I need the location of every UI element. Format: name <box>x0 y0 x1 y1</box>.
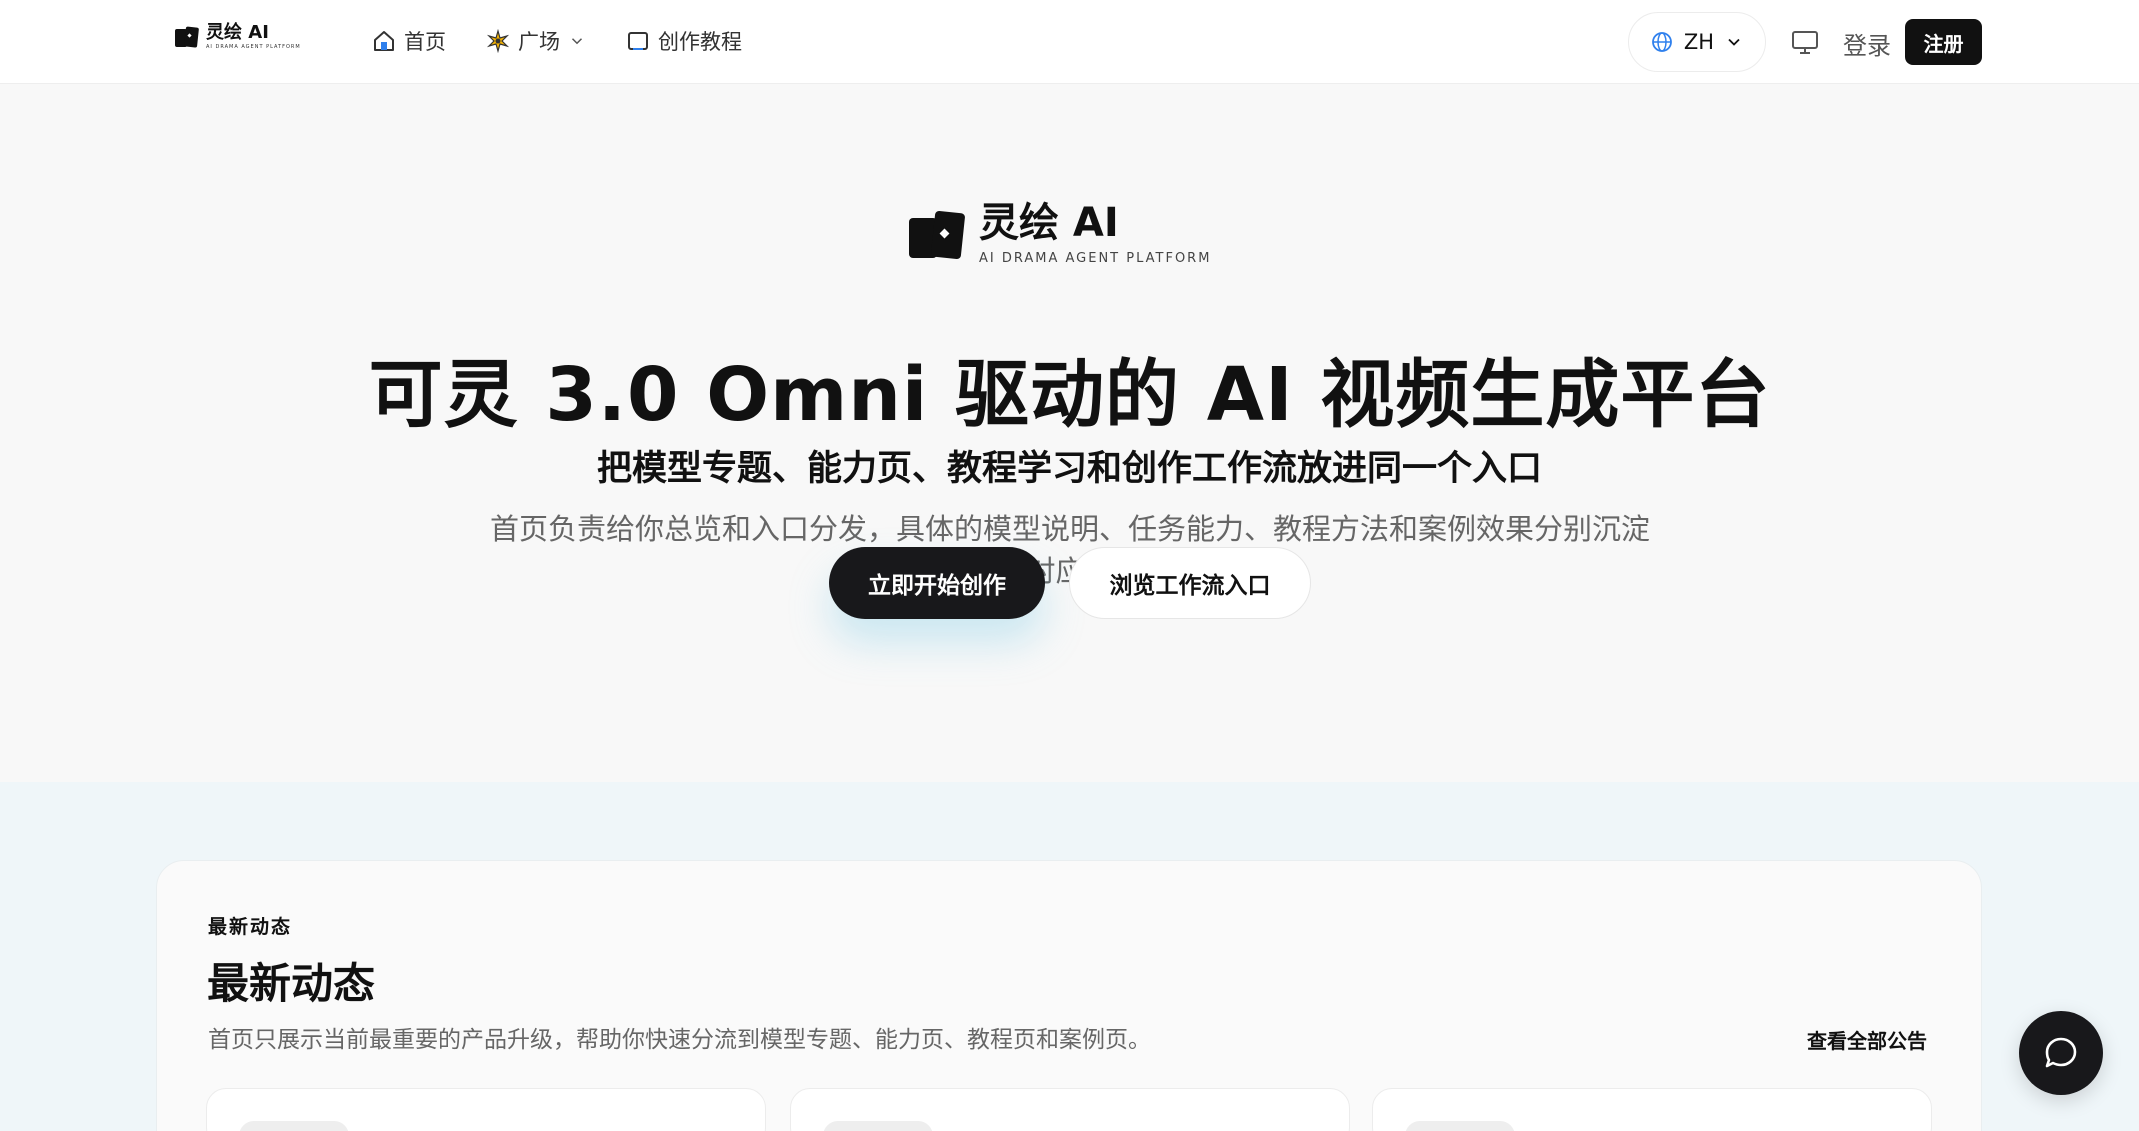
view-all-announcements-link[interactable]: 查看全部公告 <box>1807 1025 1927 1054</box>
hero-title: 可灵 3.0 Omni 驱动的 AI 视频生成平台 <box>368 352 1771 438</box>
hero-brand-name: 灵绘 AI <box>979 200 1119 246</box>
home-icon <box>374 31 394 51</box>
update-card[interactable] <box>1372 1088 1932 1131</box>
language-label: ZH <box>1683 30 1715 54</box>
brand-name: 灵绘 AI <box>206 22 269 43</box>
login-link[interactable]: 登录 <box>1843 26 1891 61</box>
globe-icon <box>1652 32 1672 52</box>
top-navbar: 灵绘 AI AI DRAMA AGENT PLATFORM 首页 广场 创作教程… <box>0 0 2139 84</box>
nav-item-home[interactable]: 首页 <box>372 26 446 56</box>
updates-description: 首页只展示当前最重要的产品升级，帮助你快速分流到模型专题、能力页、教程页和案例页… <box>208 1027 1151 1053</box>
update-card[interactable] <box>790 1088 1350 1131</box>
updates-title: 最新动态 <box>207 959 376 1008</box>
chevron-down-icon <box>571 38 583 45</box>
brand-logo[interactable]: 灵绘 AI AI DRAMA AGENT PLATFORM <box>174 24 301 50</box>
updates-eyebrow: 最新动态 <box>208 916 293 938</box>
update-tag <box>1405 1121 1515 1131</box>
start-creating-button[interactable]: 立即开始创作 <box>829 547 1045 619</box>
chat-button[interactable] <box>2019 1011 2103 1095</box>
logo-mark-icon <box>175 26 199 48</box>
hero-logo: 灵绘 AI AI DRAMA AGENT PLATFORM <box>907 203 1211 266</box>
hero-subtitle: 把模型专题、能力页、教程学习和创作工作流放进同一个入口 <box>596 449 1542 489</box>
update-card[interactable] <box>206 1088 766 1131</box>
hero-section: 灵绘 AI AI DRAMA AGENT PLATFORM 可灵 3.0 Omn… <box>0 85 2139 782</box>
language-selector[interactable]: ZH <box>1628 12 1766 72</box>
logo-mark-icon <box>909 210 965 259</box>
browse-workflow-button[interactable]: 浏览工作流入口 <box>1069 547 1311 619</box>
chevron-down-icon <box>1728 38 1740 46</box>
book-icon <box>628 32 648 50</box>
register-button[interactable]: 注册 <box>1905 19 1982 65</box>
update-tag <box>239 1121 349 1131</box>
nav-label-home: 首页 <box>404 30 446 54</box>
monitor-icon[interactable] <box>1790 27 1820 57</box>
nav-label-tutorials: 创作教程 <box>658 30 742 54</box>
update-tag <box>823 1121 933 1131</box>
main-nav: 首页 广场 创作教程 <box>372 26 742 56</box>
hero-brand-tagline: AI DRAMA AGENT PLATFORM <box>979 251 1212 266</box>
brand-tagline: AI DRAMA AGENT PLATFORM <box>206 44 301 50</box>
nav-item-plaza[interactable]: 广场 <box>486 26 586 56</box>
nav-item-tutorials[interactable]: 创作教程 <box>626 26 742 56</box>
nav-label-plaza: 广场 <box>518 30 560 54</box>
sparkle-icon <box>486 29 510 53</box>
chat-bubble-icon <box>2045 1037 2077 1068</box>
